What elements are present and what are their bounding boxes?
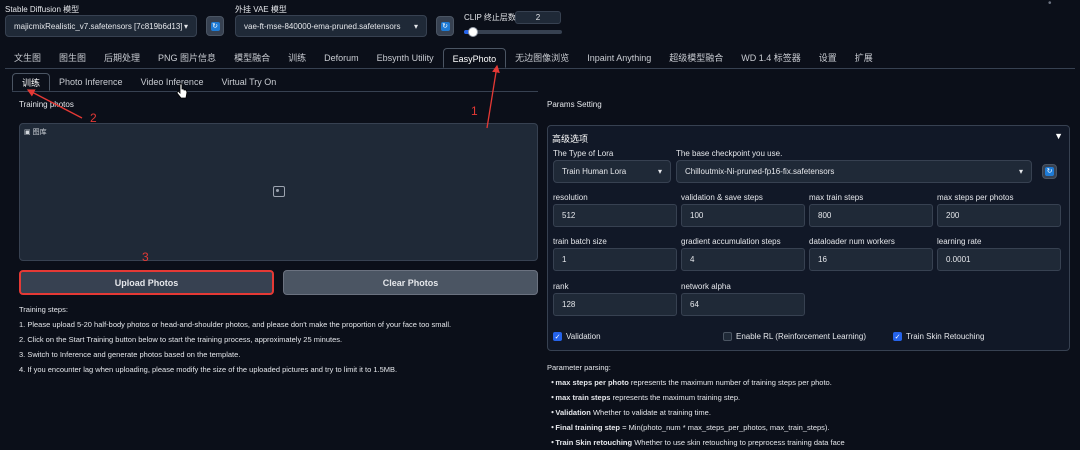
annotation-number-1: 1 [471,104,478,118]
annotation-arrow-1 [486,64,500,129]
annotation-number-3: 3 [142,250,149,264]
annotation-number-2: 2 [90,111,97,125]
annotation-arrows [26,64,500,129]
annotation-arrow-2 [26,89,83,119]
mouse-cursor-icon [176,83,188,99]
